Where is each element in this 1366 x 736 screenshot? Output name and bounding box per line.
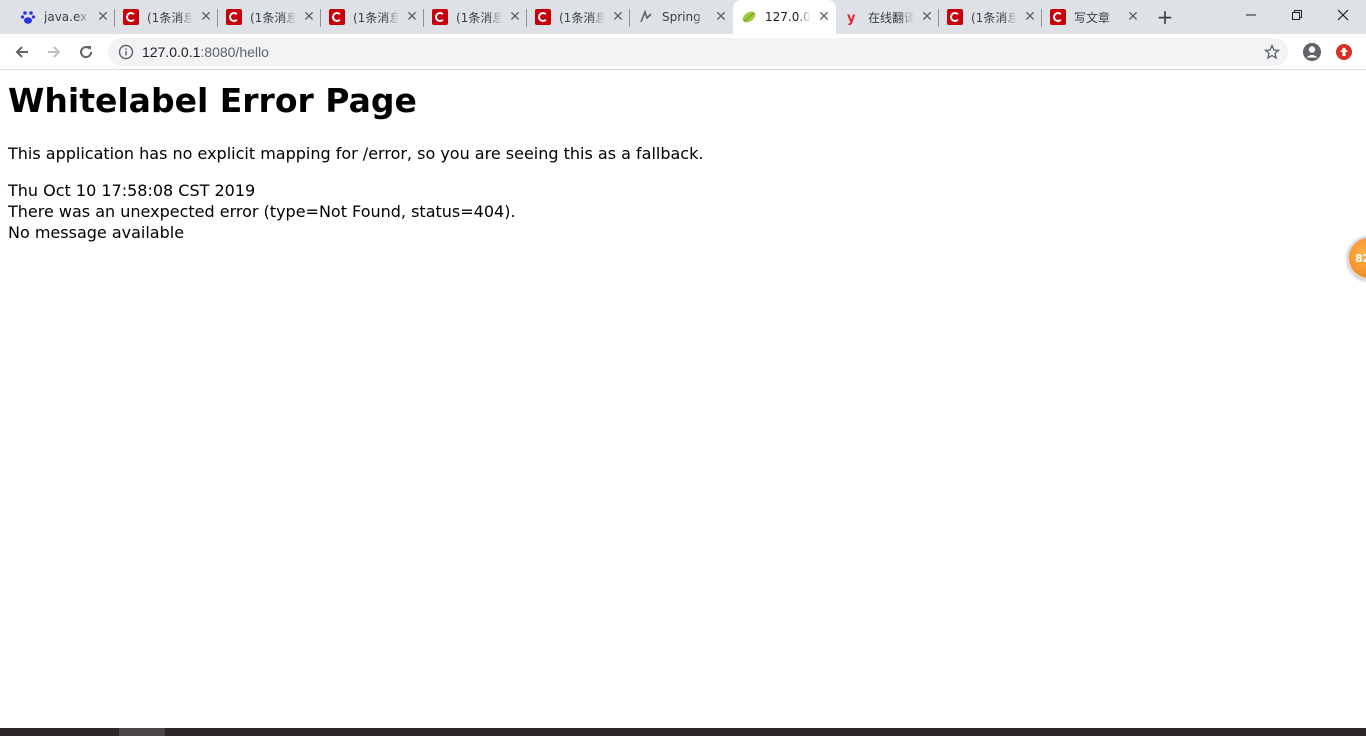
close-icon[interactable]: ✕ <box>1023 10 1037 24</box>
tab-strip: java.ex ✕ (1条消息 ✕ (1条消息 ✕ (1条消息 ✕ (1条消息 … <box>0 0 1366 34</box>
tab-title: java.ex <box>44 10 88 24</box>
spring-leaf-icon <box>741 9 757 25</box>
tab-csdn-3[interactable]: (1条消息 ✕ <box>321 0 424 34</box>
badge-count: 82 <box>1355 252 1366 265</box>
timestamp-text: Thu Oct 10 17:58:08 CST 2019 <box>8 181 256 200</box>
tab-csdn-4[interactable]: (1条消息 ✕ <box>424 0 527 34</box>
close-icon[interactable]: ✕ <box>920 10 934 24</box>
close-icon[interactable]: ✕ <box>199 10 213 24</box>
tab-active-localhost[interactable]: 127.0.0. ✕ <box>733 0 836 34</box>
browser-toolbar: 127.0.0.1:8080/hello <box>0 34 1366 70</box>
tab-youdao[interactable]: y 在线翻译 ✕ <box>836 0 939 34</box>
url-text[interactable]: 127.0.0.1:8080/hello <box>142 38 269 66</box>
csdn-c-icon <box>329 9 345 25</box>
tab-title: 127.0.0. <box>765 10 811 24</box>
minimize-icon <box>1246 14 1256 16</box>
close-icon[interactable]: ✕ <box>714 10 728 24</box>
minimize-button[interactable] <box>1228 0 1274 30</box>
back-button[interactable] <box>8 38 36 66</box>
tab-csdn-write[interactable]: 写文章 ✕ <box>1042 0 1145 34</box>
bookmark-star-icon[interactable] <box>1263 43 1281 60</box>
tab-title: (1条消息 <box>559 10 605 25</box>
svg-text:y: y <box>847 11 856 25</box>
reload-icon <box>80 46 93 59</box>
error-line-text: There was an unexpected error (type=Not … <box>8 202 516 221</box>
close-icon[interactable]: ✕ <box>611 10 625 24</box>
tab-title: 在线翻译 <box>868 10 914 25</box>
csdn-c-icon <box>535 9 551 25</box>
page-content: Whitelabel Error Page This application h… <box>0 71 1366 728</box>
baidu-paw-icon <box>20 9 36 25</box>
tab-spring[interactable]: Spring ✕ <box>630 0 733 34</box>
new-tab-button[interactable]: + <box>1154 6 1176 28</box>
close-window-icon <box>1337 9 1349 21</box>
tab-baidu[interactable]: java.ex ✕ <box>12 0 115 34</box>
reload-button[interactable] <box>72 38 100 66</box>
taskbar-active-app[interactable] <box>119 728 165 736</box>
forward-arrow-icon <box>48 46 61 58</box>
tab-csdn-1[interactable]: (1条消息 ✕ <box>115 0 218 34</box>
tab-title: Spring <box>662 10 701 24</box>
csdn-c-icon <box>947 9 963 25</box>
tab-csdn-2[interactable]: (1条消息 ✕ <box>218 0 321 34</box>
tab-title: (1条消息 <box>971 10 1017 25</box>
account-avatar-icon[interactable] <box>1302 42 1322 62</box>
csdn-c-icon <box>1050 9 1066 25</box>
url-host: 127.0.0.1 <box>142 44 201 60</box>
page-title: Whitelabel Error Page <box>8 81 417 120</box>
address-bar[interactable]: 127.0.0.1:8080/hello <box>108 38 1288 66</box>
url-path: :8080/hello <box>200 44 269 60</box>
tab-title: (1条消息 <box>250 10 296 25</box>
csdn-c-icon <box>226 9 242 25</box>
close-icon[interactable]: ✕ <box>1126 10 1140 24</box>
close-icon[interactable]: ✕ <box>817 10 831 24</box>
info-icon[interactable] <box>118 44 134 60</box>
back-arrow-icon <box>15 46 28 58</box>
csdn-c-icon <box>123 9 139 25</box>
tab-csdn-6[interactable]: (1条消息 ✕ <box>939 0 1042 34</box>
close-icon[interactable]: ✕ <box>302 10 316 24</box>
tab-title: 写文章 <box>1074 10 1111 25</box>
csdn-c-icon <box>432 9 448 25</box>
tab-title: (1条消息 <box>147 10 193 25</box>
extension-update-icon[interactable] <box>1335 43 1353 61</box>
tab-title: (1条消息 <box>456 10 502 25</box>
forward-button[interactable] <box>40 38 68 66</box>
restore-button[interactable] <box>1274 0 1320 30</box>
close-icon[interactable]: ✕ <box>96 10 110 24</box>
tab-title: (1条消息 <box>353 10 399 25</box>
message-text: No message available <box>8 223 185 242</box>
tab-csdn-5[interactable]: (1条消息 ✕ <box>527 0 630 34</box>
taskbar <box>0 728 1366 736</box>
spring-s-icon <box>638 9 654 25</box>
close-icon[interactable]: ✕ <box>405 10 419 24</box>
window-close-button[interactable] <box>1320 0 1366 30</box>
intro-text: This application has no explicit mapping… <box>8 144 704 163</box>
restore-icon <box>1292 10 1302 20</box>
close-icon[interactable]: ✕ <box>508 10 522 24</box>
youdao-y-icon: y <box>844 9 860 25</box>
